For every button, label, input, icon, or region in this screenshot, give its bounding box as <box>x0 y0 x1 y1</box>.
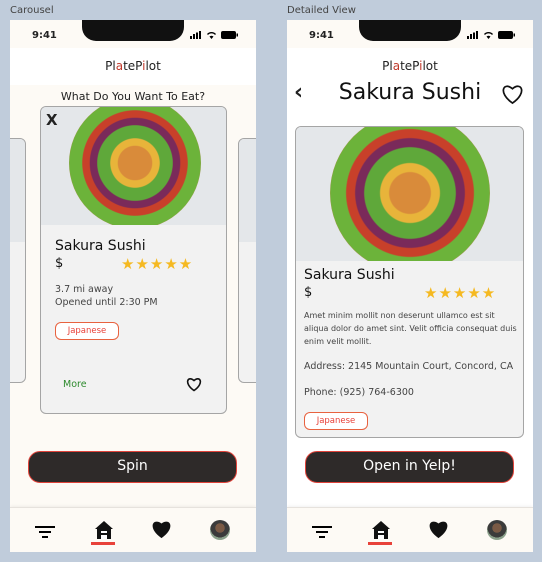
price-level: $ <box>304 285 313 300</box>
app-header: PlatePilot <box>10 48 256 85</box>
home-tab[interactable] <box>91 520 115 545</box>
favorite-heart-icon[interactable] <box>186 377 202 392</box>
signal-icon <box>190 31 201 39</box>
frame-label-detail: Detailed View <box>287 5 356 16</box>
price-level: $ <box>55 256 64 271</box>
status-icons <box>190 31 238 39</box>
detail-screen: 9:41 PlatePilot ‹ Sakura Sushi Sakura Su… <box>287 20 533 552</box>
description: Amet minim mollit non deserunt ullamco e… <box>304 311 517 346</box>
status-time: 9:41 <box>32 30 57 41</box>
address: Address: 2145 Mountain Court, Concord, C… <box>304 361 514 372</box>
profile-avatar[interactable] <box>210 520 230 540</box>
wifi-icon <box>207 31 216 39</box>
status-time: 9:41 <box>309 30 334 41</box>
status-bar: 9:41 <box>287 20 533 48</box>
rating-stars: ★★★★★ <box>424 284 497 302</box>
notch <box>359 20 461 41</box>
app-logo: PlatePilot <box>382 59 438 73</box>
home-icon <box>372 521 390 539</box>
active-indicator <box>91 542 115 545</box>
prompt-heading: What Do You Want To Eat? <box>60 90 206 103</box>
profile-avatar[interactable] <box>487 520 507 540</box>
spin-button[interactable]: Spin <box>28 451 237 483</box>
phone[interactable]: Phone: (925) 764-6300 <box>304 386 414 399</box>
home-tab[interactable] <box>368 520 392 545</box>
filter-icon[interactable] <box>35 526 55 538</box>
restaurant-title: Sakura Sushi <box>338 80 482 105</box>
prev-card[interactable] <box>10 138 26 383</box>
notch <box>82 20 184 41</box>
hours: Opened until 2:30 PM <box>55 297 158 308</box>
restaurant-name: Sakura Sushi <box>304 267 395 283</box>
bottom-nav <box>287 507 533 552</box>
cuisine-tag[interactable]: Japanese <box>55 322 119 340</box>
favorites-heart-icon[interactable] <box>151 520 172 539</box>
food-image <box>41 107 226 225</box>
carousel-screen: 9:41 PlatePilot What Do You Want To Eat?… <box>10 20 256 552</box>
open-yelp-button[interactable]: Open in Yelp! <box>305 451 514 483</box>
app-logo: PlatePilot <box>105 59 161 73</box>
close-button[interactable]: X <box>46 111 58 129</box>
frame-label-carousel: Carousel <box>10 5 54 16</box>
status-icons <box>467 31 515 39</box>
restaurant-name: Sakura Sushi <box>55 238 146 254</box>
food-image <box>296 127 523 261</box>
filter-icon[interactable] <box>312 526 332 538</box>
distance: 3.7 mi away <box>55 284 114 295</box>
restaurant-detail-card: Sakura Sushi $ ★★★★★ Amet minim mollit n… <box>295 126 524 438</box>
favorites-heart-icon[interactable] <box>428 520 449 539</box>
cuisine-tag[interactable]: Japanese <box>304 412 368 430</box>
status-bar: 9:41 <box>10 20 256 48</box>
wifi-icon <box>484 31 493 39</box>
home-icon <box>95 521 113 539</box>
bottom-nav <box>10 507 256 552</box>
battery-icon <box>221 31 238 39</box>
restaurant-card[interactable]: X Sakura Sushi $ ★★★★★ 3.7 mi away Opene… <box>40 106 227 414</box>
more-link[interactable]: More <box>63 379 87 390</box>
signal-icon <box>467 31 478 39</box>
next-card[interactable] <box>238 138 256 383</box>
active-indicator <box>368 542 392 545</box>
rating-stars: ★★★★★ <box>121 255 194 273</box>
battery-icon <box>498 31 515 39</box>
favorite-heart-icon[interactable] <box>501 84 524 105</box>
